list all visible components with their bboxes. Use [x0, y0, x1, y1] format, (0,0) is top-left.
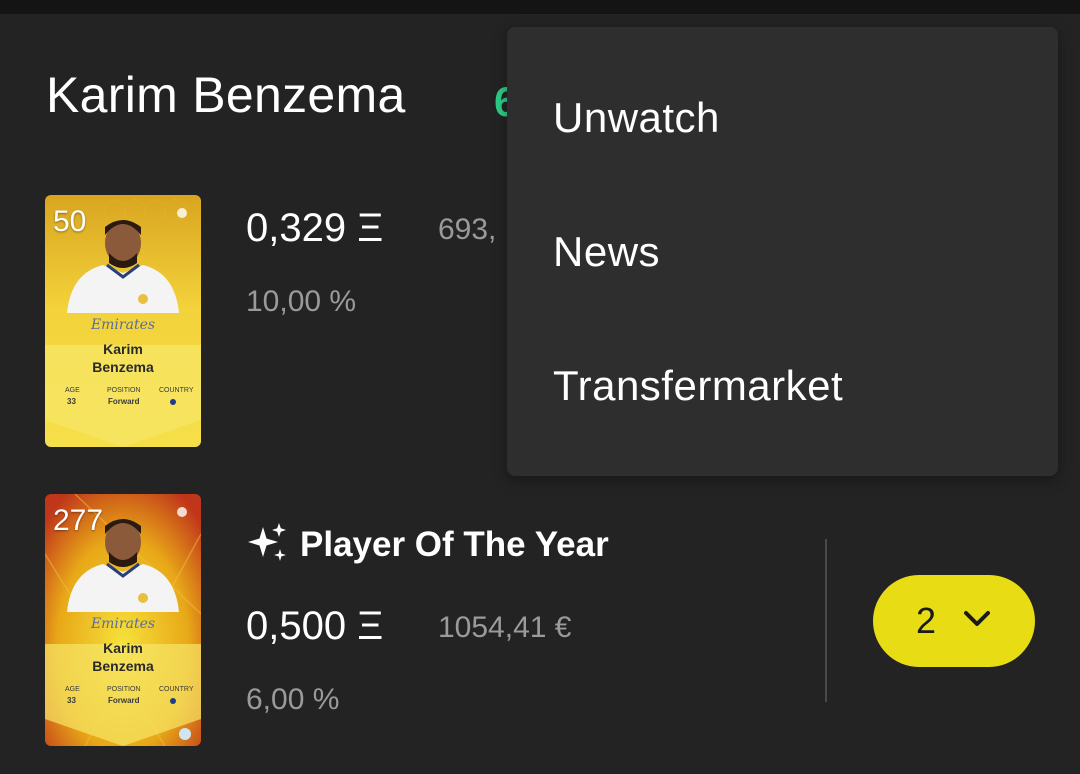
player-card-poty[interactable]: 277 Emirates Karim Benzema AGE POSITION …: [45, 494, 201, 746]
divider: [825, 539, 827, 702]
card-serial-number: 277: [53, 504, 104, 537]
card-percent: 6,00 %: [246, 683, 340, 716]
card-price-eth: 0,500 Ξ: [246, 604, 384, 648]
card-price-fiat: 1054,41 €: [438, 611, 572, 644]
card-first-name: Karim: [103, 341, 143, 357]
card-first-name: Karim: [103, 640, 143, 656]
page-title: Karim Benzema: [46, 67, 406, 123]
card-sponsor: Emirates: [90, 616, 156, 632]
rarity-label: Player Of The Year: [300, 525, 609, 564]
card-price-eth: 0,329 Ξ: [246, 206, 384, 250]
card-last-name: Benzema: [92, 359, 154, 375]
menu-item-unwatch[interactable]: Unwatch: [507, 51, 1058, 185]
quantity-value: 2: [915, 600, 937, 641]
card-percent: 10,00 %: [246, 285, 357, 318]
menu-item-news[interactable]: News: [507, 185, 1058, 319]
player-card-limited[interactable]: 50 Emirates Karim Benzema AGE POSITION C…: [45, 195, 201, 447]
menu-item-transfermarket[interactable]: Transfermarket: [507, 319, 1058, 453]
card-sponsor: Emirates: [90, 317, 156, 333]
card-price-fiat: 693,: [438, 213, 497, 246]
status-bar: [0, 0, 1080, 14]
sparkle-icon: [246, 521, 290, 570]
card-last-name: Benzema: [92, 658, 154, 674]
overflow-menu: Unwatch News Transfermarket: [507, 27, 1058, 476]
rarity-badge: Player Of The Year: [246, 522, 609, 568]
card-serial-number: 50: [53, 205, 87, 238]
chevron-down-icon: [962, 609, 992, 634]
quantity-dropdown[interactable]: 2: [873, 575, 1035, 667]
